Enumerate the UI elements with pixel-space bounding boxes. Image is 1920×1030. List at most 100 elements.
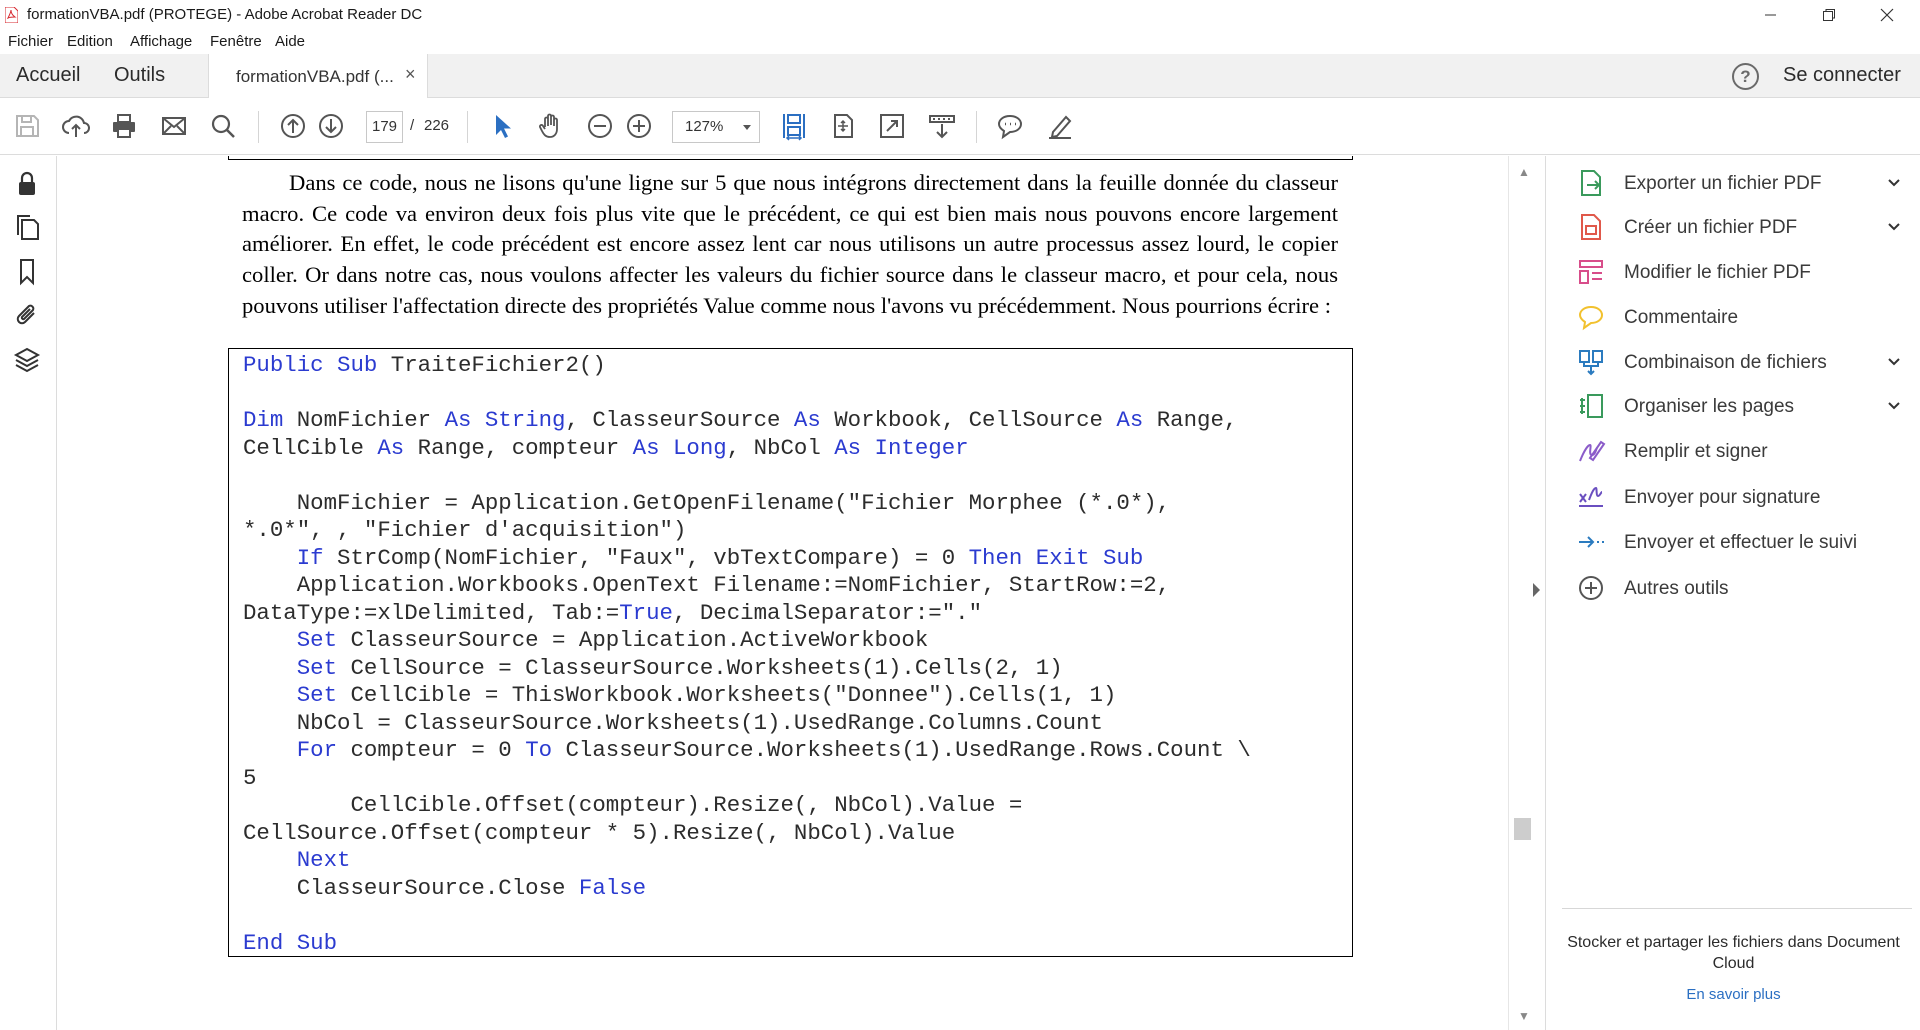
export-pdf-icon — [1581, 170, 1601, 196]
code-text: *.0*", , "Fichier d'acquisition") — [243, 517, 687, 543]
layers-icon[interactable] — [12, 344, 42, 374]
code-keyword: As Long — [632, 434, 727, 461]
vertical-scrollbar[interactable]: ▲ ▼ — [1508, 156, 1536, 1030]
tool-item[interactable]: Envoyer pour signature — [1576, 478, 1896, 518]
code-keyword: False — [578, 874, 647, 901]
tool-item-label: Modifier le fichier PDF — [1624, 262, 1811, 283]
zoom-out-button[interactable] — [583, 109, 617, 143]
print-button[interactable] — [107, 109, 141, 143]
upload-button[interactable] — [59, 109, 93, 143]
page-thumbnails-icon[interactable] — [12, 212, 42, 242]
zoom-in-button[interactable] — [622, 109, 656, 143]
menu-fichier[interactable]: Fichier — [8, 33, 53, 50]
tool-item[interactable]: Commentaire — [1576, 298, 1896, 338]
attachment-icon[interactable] — [12, 300, 42, 330]
tool-item[interactable]: Exporter un fichier PDF — [1576, 164, 1900, 204]
code-line: CellCible.Offset(compteur).Resize(, NbCo… — [243, 792, 1022, 818]
menu-affichage[interactable]: Affichage — [130, 33, 192, 50]
tab-outils[interactable]: Outils — [114, 64, 165, 87]
tool-item[interactable]: Autres outils — [1576, 569, 1896, 609]
code-line: If StrComp(NomFichier, "Faux", vbTextCom… — [243, 544, 1144, 571]
bookmark-icon[interactable] — [12, 256, 42, 286]
chevron-down-icon[interactable] — [1886, 398, 1902, 414]
code-keyword: To — [525, 737, 553, 763]
chevron-down-icon[interactable] — [1886, 175, 1902, 191]
tool-item[interactable]: Créer un fichier PDF — [1576, 208, 1900, 248]
chevron-down-icon — [743, 125, 751, 130]
comment-bubble-icon — [997, 114, 1023, 140]
toolbar-separator — [467, 111, 468, 143]
next-page-button[interactable] — [314, 109, 348, 143]
email-button[interactable] — [157, 109, 191, 143]
search-button[interactable] — [206, 109, 240, 143]
restore-button[interactable] — [1800, 0, 1858, 29]
scroll-up-icon[interactable]: ▲ — [1518, 165, 1530, 179]
code-line: NbCol = ClasseurSource.Worksheets(1).Use… — [243, 710, 1103, 736]
title-bar: formationVBA.pdf (PROTEGE) - Adobe Acrob… — [0, 0, 1920, 29]
edit-pdf-icon — [1579, 260, 1603, 284]
code-keyword: Dim — [243, 407, 284, 433]
tab-accueil[interactable]: Accueil — [16, 64, 80, 87]
fill-sign-icon — [1579, 440, 1606, 462]
comment-button[interactable] — [993, 109, 1027, 143]
code-text: CellCible = ThisWorkbook.Worksheets("Don… — [337, 682, 1117, 708]
scroll-mode-button[interactable] — [925, 109, 959, 143]
mail-icon — [162, 117, 186, 135]
zoom-select[interactable]: 127% — [672, 111, 760, 143]
tool-item[interactable]: Modifier le fichier PDF — [1576, 253, 1896, 293]
hand-tool-button[interactable] — [534, 109, 568, 143]
code-keyword: As — [1116, 407, 1144, 433]
menu-edition[interactable]: Edition — [67, 33, 113, 50]
full-screen-icon — [880, 114, 904, 138]
close-icon — [1880, 8, 1894, 21]
code-text: , ClasseurSource — [565, 407, 794, 433]
code-keyword: True — [619, 599, 673, 626]
lock-icon[interactable] — [12, 168, 42, 198]
close-tab-button[interactable]: × — [405, 64, 416, 85]
page-number-input[interactable]: 179 — [366, 111, 403, 143]
code-text: NomFichier = Application.GetOpenFilename… — [243, 489, 1171, 516]
full-screen-button[interactable] — [875, 109, 909, 143]
tool-item[interactable]: Remplir et signer — [1576, 432, 1896, 472]
fit-width-button[interactable] — [777, 109, 811, 143]
toolbar-separator — [976, 111, 977, 143]
menu-fenetre[interactable]: Fenêtre — [210, 33, 262, 50]
menu-aide[interactable]: Aide — [275, 33, 305, 50]
highlight-button[interactable] — [1043, 109, 1077, 143]
tools-panel: Stocker et partager les fichiers dans Do… — [1545, 156, 1920, 1030]
save-button[interactable] — [10, 109, 44, 143]
chevron-down-icon[interactable] — [1886, 354, 1902, 370]
fit-page-button[interactable] — [826, 109, 860, 143]
document-paragraph: Dans ce code, nous ne lisons qu'une lign… — [242, 170, 1338, 318]
tab-document[interactable]: formationVBA.pdf (... × — [208, 54, 428, 98]
window-title: formationVBA.pdf (PROTEGE) - Adobe Acrob… — [27, 6, 423, 23]
page-total: 226 — [424, 117, 450, 134]
tool-item[interactable]: Combinaison de fichiers — [1576, 343, 1900, 383]
scrollbar-thumb[interactable] — [1514, 818, 1531, 840]
tool-item-label: Organiser les pages — [1624, 396, 1795, 417]
print-icon — [113, 114, 135, 138]
help-icon[interactable]: ? — [1732, 63, 1759, 90]
previous-page-button[interactable] — [276, 109, 310, 143]
panel-divider — [1562, 908, 1912, 909]
chevron-down-icon[interactable] — [1886, 219, 1902, 235]
collapse-right-panel-arrow[interactable] — [1533, 583, 1540, 597]
learn-more-link[interactable]: En savoir plus — [1546, 986, 1920, 1003]
close-window-button[interactable] — [1858, 0, 1916, 29]
minimize-button[interactable] — [1742, 0, 1800, 29]
code-keyword: Then Exit Sub — [968, 544, 1144, 571]
tool-item[interactable]: Envoyer et effectuer le suivi — [1576, 523, 1896, 563]
sign-in-button[interactable]: Se connecter — [1783, 64, 1901, 87]
code-line: End Sub — [243, 930, 337, 956]
code-line: DataType:=xlDelimited, Tab:=True, Decima… — [243, 600, 982, 626]
scroll-down-icon[interactable]: ▼ — [1518, 1009, 1530, 1023]
select-tool-button[interactable] — [485, 109, 519, 143]
code-keyword: As String — [444, 407, 566, 433]
code-keyword: Next — [296, 847, 351, 873]
tab-bar: Accueil Outils formationVBA.pdf (... × — [0, 54, 1920, 98]
code-text: ClasseurSource = Application.ActiveWorkb… — [337, 627, 929, 653]
code-text: compteur = 0 — [337, 737, 526, 763]
tool-item[interactable]: Organiser les pages — [1576, 387, 1900, 427]
